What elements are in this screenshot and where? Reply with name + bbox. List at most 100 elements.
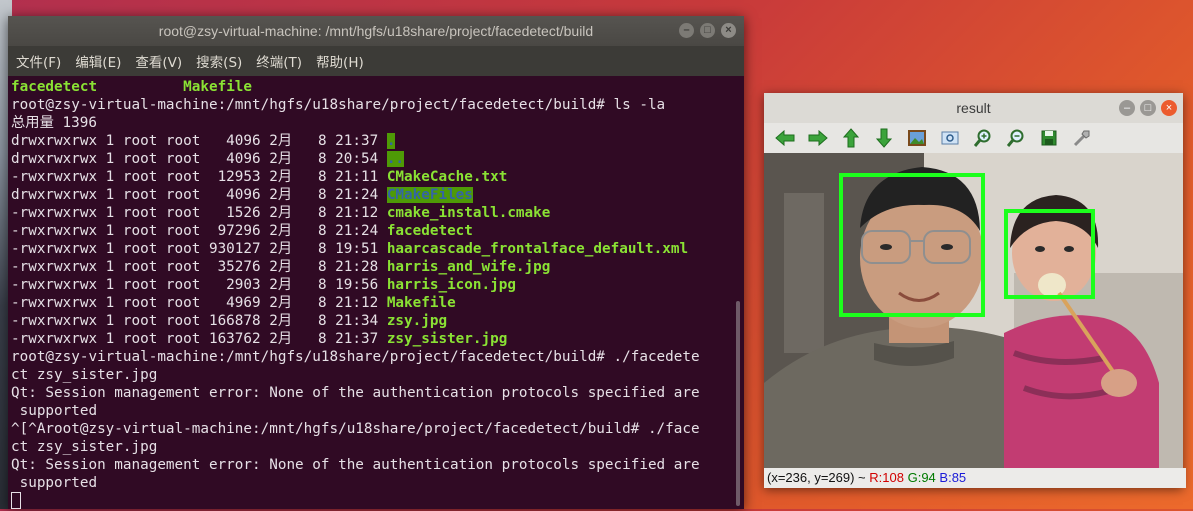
terminal-line: -rwxrwxrwx 1 root root 35276 2月 8 21:28 … — [11, 258, 744, 276]
terminal-text: Qt: Session management error: None of th… — [11, 385, 700, 401]
terminal-titlebar[interactable]: root@zsy-virtual-machine: /mnt/hgfs/u18s… — [8, 16, 744, 46]
terminal-text: -rwxrwxrwx 1 root root 163762 2月 8 21:37 — [11, 331, 387, 347]
terminal-text: -rwxrwxrwx 1 root root 166878 2月 8 21:34 — [11, 313, 387, 329]
terminal-text: Makefile — [386, 295, 456, 311]
save-icon[interactable] — [1036, 127, 1061, 149]
terminal-text: -rwxrwxrwx 1 root root 35276 2月 8 21:28 — [11, 259, 387, 275]
zoom-in-icon[interactable] — [970, 127, 995, 149]
terminal-prompt-line[interactable] — [11, 492, 744, 510]
arrow-down-icon[interactable] — [871, 127, 896, 149]
pixel-coords: (x=236, y=269) ~ — [767, 470, 870, 485]
result-titlebar[interactable]: result – □ × — [764, 93, 1183, 123]
terminal-text: Qt: Session management error: None of th… — [11, 457, 700, 473]
arrow-right-icon[interactable] — [805, 127, 830, 149]
pixel-red: R:108 — [869, 470, 904, 485]
terminal-line: root@zsy-virtual-machine:/mnt/hgfs/u18sh… — [11, 96, 744, 114]
properties-icon[interactable] — [1069, 127, 1094, 149]
terminal-line: drwxrwxrwx 1 root root 4096 2月 8 21:24 C… — [11, 186, 744, 204]
terminal-text: facedetect — [386, 223, 473, 239]
menu-help[interactable]: 帮助(H) — [316, 51, 364, 71]
terminal-line: -rwxrwxrwx 1 root root 163762 2月 8 21:37… — [11, 330, 744, 348]
terminal-text: root@zsy-virtual-machine:/mnt/hgfs/u18sh… — [11, 97, 666, 113]
zoom-out-icon[interactable] — [1003, 127, 1028, 149]
terminal-scrollbar[interactable] — [736, 301, 740, 506]
terminal-text: haarcascade_frontalface_default.xml — [386, 241, 689, 257]
pixel-status-bar: (x=236, y=269) ~ R:108 G:94 B:85 — [764, 468, 1186, 488]
terminal-text: . — [386, 133, 396, 149]
terminal-line: Qt: Session management error: None of th… — [11, 384, 744, 402]
terminal-text: -rwxrwxrwx 1 root root 97296 2月 8 21:24 — [11, 223, 387, 239]
terminal-line: drwxrwxrwx 1 root root 4096 2月 8 21:37 . — [11, 132, 744, 150]
menu-view[interactable]: 查看(V) — [135, 51, 182, 71]
terminal-text: root@zsy-virtual-machine:/mnt/hgfs/u18sh… — [11, 349, 700, 365]
terminal-text: Makefile — [183, 79, 253, 95]
terminal-cursor — [11, 492, 21, 509]
result-window[interactable]: result – □ × (x=236, y=269) ~ R:108 G:94… — [764, 93, 1186, 488]
terminal-text: zsy.jpg — [386, 313, 448, 329]
terminal-output[interactable]: facedetect Makefile root@zsy-virtual-mach… — [8, 76, 744, 509]
image-icon[interactable] — [904, 127, 929, 149]
terminal-menubar: 文件(F) 编辑(E) 查看(V) 搜索(S) 终端(T) 帮助(H) — [8, 46, 744, 76]
result-close-button[interactable]: × — [1161, 100, 1177, 116]
close-button[interactable]: × — [721, 23, 736, 38]
menu-search[interactable]: 搜索(S) — [196, 51, 242, 71]
terminal-line: supported — [11, 474, 744, 492]
terminal-line: -rwxrwxrwx 1 root root 12953 2月 8 21:11 … — [11, 168, 744, 186]
terminal-text: drwxrwxrwx 1 root root 4096 2月 8 21:24 — [11, 187, 387, 203]
terminal-line: facedetect Makefile — [11, 78, 744, 96]
terminal-text: -rwxrwxrwx 1 root root 4969 2月 8 21:12 — [11, 295, 387, 311]
terminal-text: -rwxrwxrwx 1 root root 930127 2月 8 19:51 — [11, 241, 387, 257]
terminal-line: supported — [11, 402, 744, 420]
terminal-text: -rwxrwxrwx 1 root root 2903 2月 8 19:56 — [11, 277, 387, 293]
terminal-text: drwxrwxrwx 1 root root 4096 2月 8 21:37 — [11, 133, 387, 149]
terminal-text: drwxrwxrwx 1 root root 4096 2月 8 20:54 — [11, 151, 387, 167]
terminal-text: 总用量 1396 — [11, 115, 97, 131]
terminal-line: -rwxrwxrwx 1 root root 1526 2月 8 21:12 c… — [11, 204, 744, 222]
pixel-blue: B:85 — [939, 470, 967, 485]
terminal-line: ct zsy_sister.jpg — [11, 438, 744, 456]
terminal-text: harris_icon.jpg — [386, 277, 516, 293]
maximize-button[interactable]: □ — [700, 23, 715, 38]
fit-icon[interactable] — [937, 127, 962, 149]
terminal-text: cmake_install.cmake — [386, 205, 551, 221]
result-title: result — [956, 100, 991, 116]
result-image[interactable] — [764, 153, 1183, 468]
terminal-line: Qt: Session management error: None of th… — [11, 456, 744, 474]
terminal-line: drwxrwxrwx 1 root root 4096 2月 8 20:54 .… — [11, 150, 744, 168]
terminal-line: 总用量 1396 — [11, 114, 744, 132]
terminal-line: -rwxrwxrwx 1 root root 2903 2月 8 19:56 h… — [11, 276, 744, 294]
pixel-green: G:94 — [907, 470, 936, 485]
terminal-line: -rwxrwxrwx 1 root root 166878 2月 8 21:34… — [11, 312, 744, 330]
terminal-text: ^[^Aroot@zsy-virtual-machine:/mnt/hgfs/u… — [11, 421, 700, 437]
arrow-up-icon[interactable] — [838, 127, 863, 149]
terminal-text: -rwxrwxrwx 1 root root 1526 2月 8 21:12 — [11, 205, 387, 221]
result-toolbar — [764, 123, 1183, 153]
terminal-text: harris_and_wife.jpg — [386, 259, 551, 275]
terminal-line: -rwxrwxrwx 1 root root 930127 2月 8 19:51… — [11, 240, 744, 258]
terminal-line: -rwxrwxrwx 1 root root 97296 2月 8 21:24 … — [11, 222, 744, 240]
terminal-text: .. — [386, 151, 405, 167]
minimize-button[interactable]: – — [679, 23, 694, 38]
result-maximize-button[interactable]: □ — [1140, 100, 1156, 116]
terminal-window[interactable]: root@zsy-virtual-machine: /mnt/hgfs/u18s… — [8, 16, 744, 509]
terminal-text: CMakeCache.txt — [386, 169, 508, 185]
menu-terminal[interactable]: 终端(T) — [256, 51, 302, 71]
terminal-text: zsy_sister.jpg — [386, 331, 508, 347]
result-minimize-button[interactable]: – — [1119, 100, 1135, 116]
terminal-line: ct zsy_sister.jpg — [11, 366, 744, 384]
terminal-title: root@zsy-virtual-machine: /mnt/hgfs/u18s… — [158, 23, 594, 39]
terminal-line: root@zsy-virtual-machine:/mnt/hgfs/u18sh… — [11, 348, 744, 366]
menu-edit[interactable]: 编辑(E) — [75, 51, 121, 71]
terminal-line: ^[^Aroot@zsy-virtual-machine:/mnt/hgfs/u… — [11, 420, 744, 438]
terminal-text: -rwxrwxrwx 1 root root 12953 2月 8 21:11 — [11, 169, 387, 185]
terminal-text: facedetect — [11, 79, 98, 95]
terminal-text: supported — [11, 403, 98, 419]
menu-file[interactable]: 文件(F) — [16, 51, 61, 71]
terminal-text: CMakeFiles — [386, 187, 473, 203]
terminal-line: -rwxrwxrwx 1 root root 4969 2月 8 21:12 M… — [11, 294, 744, 312]
terminal-text: supported — [11, 475, 98, 491]
terminal-text: ct zsy_sister.jpg — [11, 439, 158, 455]
arrow-left-icon[interactable] — [772, 127, 797, 149]
terminal-text: ct zsy_sister.jpg — [11, 367, 158, 383]
